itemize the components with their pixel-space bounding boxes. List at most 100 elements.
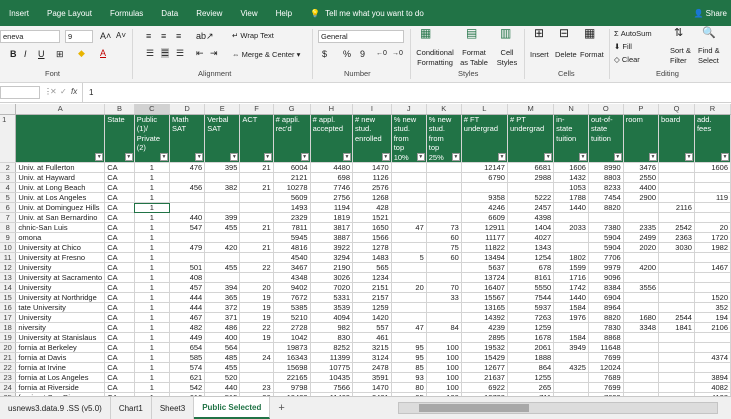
table-cell[interactable]: CA: [104, 192, 135, 203]
bold-button[interactable]: B: [10, 49, 17, 59]
table-cell[interactable]: [623, 362, 660, 373]
table-cell[interactable]: 3539: [310, 302, 354, 313]
table-cell[interactable]: 5945: [273, 232, 311, 243]
filter-dropdown-icon[interactable]: ▼: [195, 153, 204, 161]
merge-center-button[interactable]: ⇔ Merge & Center ▾: [232, 50, 300, 60]
table-header-cell[interactable]: % new stud. from top 25% ▼: [426, 114, 462, 163]
filter-dropdown-icon[interactable]: ▼: [416, 153, 425, 161]
table-cell[interactable]: Univ. at Dominguez Hills: [15, 202, 106, 213]
table-header-cell[interactable]: Math SAT ▼: [169, 114, 206, 163]
autosum-button[interactable]: Σ AutoSum: [614, 29, 652, 39]
filter-dropdown-icon[interactable]: ▼: [300, 153, 309, 161]
row-number[interactable]: 5: [0, 192, 17, 203]
table-cell[interactable]: 1: [134, 342, 171, 353]
table-cell[interactable]: 8990: [588, 162, 624, 173]
table-cell[interactable]: 476: [169, 162, 206, 173]
table-cell[interactable]: [426, 212, 462, 223]
table-cell[interactable]: 1802: [553, 252, 589, 263]
table-cell[interactable]: 2900: [623, 192, 660, 203]
table-cell[interactable]: 265: [507, 382, 555, 393]
table-cell[interactable]: 24: [239, 352, 274, 363]
row-number[interactable]: 12: [0, 262, 17, 273]
table-cell[interactable]: 2033: [553, 222, 589, 233]
sheet-tab-chart1[interactable]: Chart1: [111, 397, 152, 419]
table-cell[interactable]: [391, 242, 427, 253]
table-cell[interactable]: 1680: [623, 312, 660, 323]
table-cell[interactable]: [391, 202, 427, 213]
enter-icon[interactable]: ✓: [60, 87, 67, 96]
table-cell[interactable]: [694, 332, 731, 343]
clear-button[interactable]: ◇ Clear: [614, 55, 640, 65]
format-cells-button[interactable]: Format: [580, 50, 604, 60]
table-cell[interactable]: 100: [426, 372, 462, 383]
cell-styles-icon[interactable]: ▥: [500, 27, 511, 39]
table-cell[interactable]: [553, 352, 589, 363]
table-cell[interactable]: [239, 172, 274, 183]
table-header-cell[interactable]: in-state tuition ▼: [553, 114, 589, 163]
table-cell[interactable]: 3026: [310, 272, 354, 283]
table-cell[interactable]: [461, 182, 508, 193]
row-number[interactable]: 8: [0, 222, 17, 233]
table-cell[interactable]: [658, 162, 695, 173]
table-cell[interactable]: [169, 252, 206, 263]
table-cell[interactable]: 5609: [273, 192, 311, 203]
table-cell[interactable]: 4480: [310, 162, 354, 173]
table-cell[interactable]: 119: [694, 192, 731, 203]
decrease-indent-icon[interactable]: ⇤: [196, 48, 204, 58]
table-cell[interactable]: 1606: [553, 162, 589, 173]
table-cell[interactable]: fornia at Irvine: [15, 362, 106, 373]
table-cell[interactable]: 14392: [461, 312, 508, 323]
table-cell[interactable]: 1: [134, 162, 171, 173]
table-cell[interactable]: 3348: [623, 322, 660, 333]
column-header-j[interactable]: J: [391, 104, 427, 115]
filter-dropdown-icon[interactable]: ▼: [544, 153, 553, 161]
table-cell[interactable]: [426, 262, 462, 273]
table-cell[interactable]: 8820: [588, 312, 624, 323]
table-cell[interactable]: 6922: [461, 382, 508, 393]
table-cell[interactable]: 6790: [461, 172, 508, 183]
sort-filter-button[interactable]: Sort & Filter: [670, 46, 696, 66]
table-cell[interactable]: 2457: [507, 202, 555, 213]
table-cell[interactable]: 3124: [352, 352, 392, 363]
table-cell[interactable]: [623, 342, 660, 353]
table-header-cell[interactable]: Public (1)/ Private (2) ▼: [134, 114, 171, 163]
filter-dropdown-icon[interactable]: ▼: [381, 153, 390, 161]
table-cell[interactable]: [623, 372, 660, 383]
table-cell[interactable]: 2988: [507, 172, 555, 183]
column-header-e[interactable]: E: [204, 104, 241, 115]
table-cell[interactable]: 1042: [273, 332, 311, 343]
table-cell[interactable]: [391, 232, 427, 243]
table-cell[interactable]: 95: [391, 342, 427, 353]
align-left-icon[interactable]: ☰: [146, 48, 154, 58]
table-cell[interactable]: 1440: [553, 292, 589, 303]
formula-input[interactable]: 1: [82, 83, 731, 102]
table-cell[interactable]: 501: [169, 262, 206, 273]
table-cell[interactable]: 1: [134, 192, 171, 203]
table-cell[interactable]: 12677: [461, 362, 508, 373]
table-cell[interactable]: [426, 272, 462, 283]
row-number[interactable]: 9: [0, 232, 17, 243]
row-number[interactable]: 18: [0, 322, 17, 333]
table-cell[interactable]: 3591: [352, 372, 392, 383]
table-cell[interactable]: 8820: [588, 202, 624, 213]
table-cell[interactable]: 1520: [694, 292, 731, 303]
table-cell[interactable]: 93: [391, 372, 427, 383]
table-cell[interactable]: 1: [134, 292, 171, 303]
table-header-cell[interactable]: out-of-state tuition ▼: [588, 114, 624, 163]
table-cell[interactable]: 444: [169, 302, 206, 313]
table-cell[interactable]: 8252: [310, 342, 354, 353]
table-cell[interactable]: 47: [391, 322, 427, 333]
table-cell[interactable]: 1483: [352, 252, 392, 263]
filter-dropdown-icon[interactable]: ▼: [578, 153, 587, 161]
table-cell[interactable]: 15567: [461, 292, 508, 303]
table-cell[interactable]: 1: [134, 212, 171, 223]
table-cell[interactable]: [239, 212, 274, 223]
table-cell[interactable]: 8868: [588, 332, 624, 343]
table-cell[interactable]: [169, 192, 206, 203]
tab-formulas[interactable]: Formulas: [101, 9, 152, 18]
table-cell[interactable]: [623, 272, 660, 283]
table-cell[interactable]: CA: [104, 372, 135, 383]
column-header-h[interactable]: H: [310, 104, 354, 115]
sheet-tab-public-selected[interactable]: Public Selected: [194, 397, 271, 419]
table-cell[interactable]: 574: [169, 362, 206, 373]
